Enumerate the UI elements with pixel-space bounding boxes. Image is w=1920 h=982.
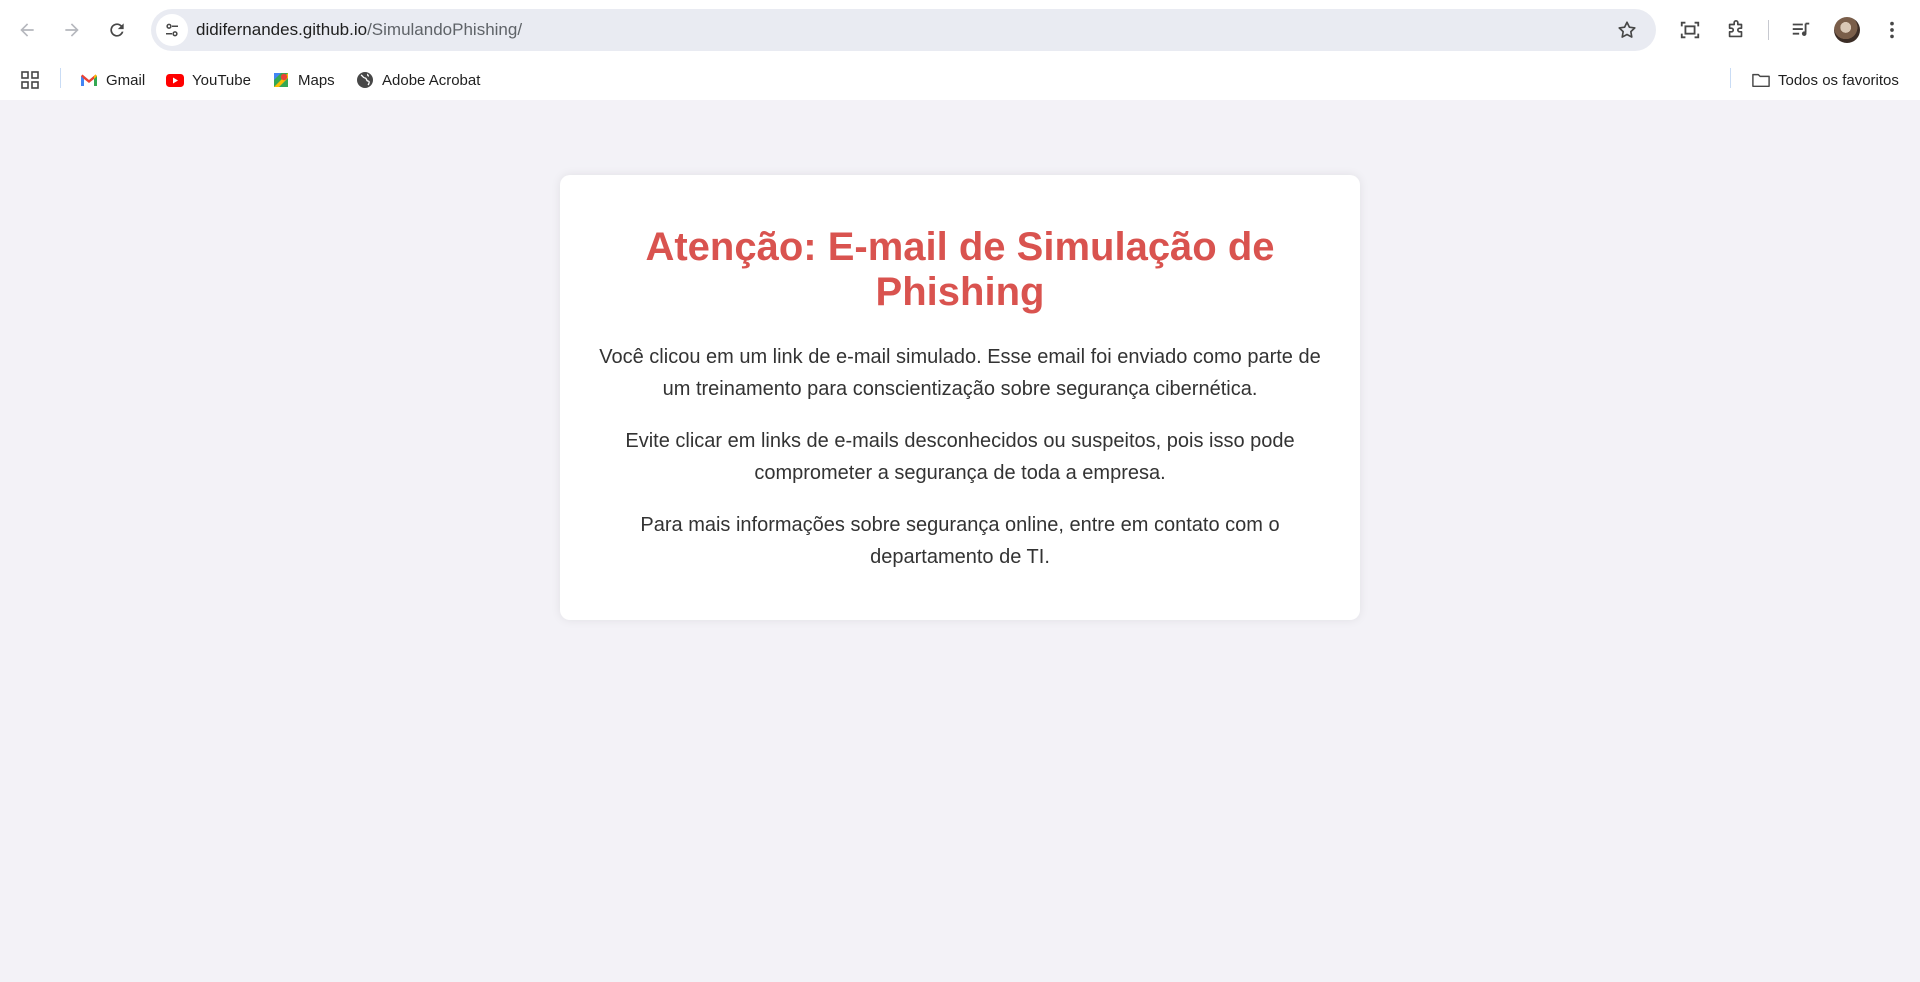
gmail-icon [80,71,98,89]
toolbar-divider [1768,20,1769,40]
bookmarks-divider [60,68,61,88]
url-host: didifernandes.github.io [196,20,368,39]
arrow-left-icon [20,23,34,37]
paragraph-avoid-links: Evite clicar em links de e-mails desconh… [625,430,1295,484]
playlist-icon [1792,22,1810,36]
puzzle-icon [1728,20,1743,38]
media-controls-button[interactable] [1783,12,1819,48]
extensions-button[interactable] [1718,12,1754,48]
reload-button[interactable] [99,12,135,48]
apps-grid-icon [21,71,39,89]
bookmark-youtube[interactable]: YouTube [166,66,251,94]
bookmark-star-icon[interactable] [1616,19,1638,41]
bookmark-maps[interactable]: Maps [272,66,335,94]
menu-button[interactable] [1874,12,1910,48]
bookmark-label: YouTube [192,71,251,89]
address-bar[interactable]: didifernandes.github.io/SimulandoPhishin… [151,9,1656,51]
reload-icon [110,23,124,37]
page-title: Atenção: E-mail de Simulação de Phishing [645,225,1275,314]
arrow-right-icon [65,23,79,37]
tune-icon [166,23,178,37]
all-bookmarks-button[interactable]: Todos os favoritos [1752,66,1899,94]
warning-card: Atenção: E-mail de Simulação de Phishing… [560,175,1360,620]
page-content: Atenção: E-mail de Simulação de Phishing… [0,100,1920,982]
more-vertical-icon [1890,21,1894,39]
back-button[interactable] [9,12,45,48]
all-bookmarks-label: Todos os favoritos [1778,71,1899,89]
bookmarks-divider [1730,68,1731,88]
paragraph-clicked-notice: Você clicou em um link de e-mail simulad… [599,346,1321,400]
bookmark-adobe-acrobat[interactable]: Adobe Acrobat [356,66,480,94]
profile-avatar[interactable] [1834,17,1860,43]
url-path: /SimulandoPhishing/ [367,20,523,39]
capture-icon [1680,21,1700,39]
bookmark-label: Gmail [106,71,146,89]
paragraph-contact-it: Para mais informações sobre segurança on… [640,514,1280,568]
maps-icon [272,71,290,89]
browser-toolbar: didifernandes.github.io/SimulandoPhishin… [0,0,1920,60]
bookmark-label: Maps [298,71,335,89]
globe-icon [356,71,374,89]
site-info-button[interactable] [156,14,188,46]
forward-button[interactable] [54,12,90,48]
youtube-icon [166,71,184,89]
bookmark-label: Adobe Acrobat [382,71,481,89]
folder-icon [1752,71,1770,89]
screenshot-button[interactable] [1672,12,1708,48]
apps-button[interactable] [21,66,47,94]
url-text[interactable]: didifernandes.github.io/SimulandoPhishin… [196,9,522,51]
bookmarks-bar: Gmail YouTube Maps Adobe Acrobat Todos o… [0,60,1920,100]
bookmark-gmail[interactable]: Gmail [80,66,145,94]
